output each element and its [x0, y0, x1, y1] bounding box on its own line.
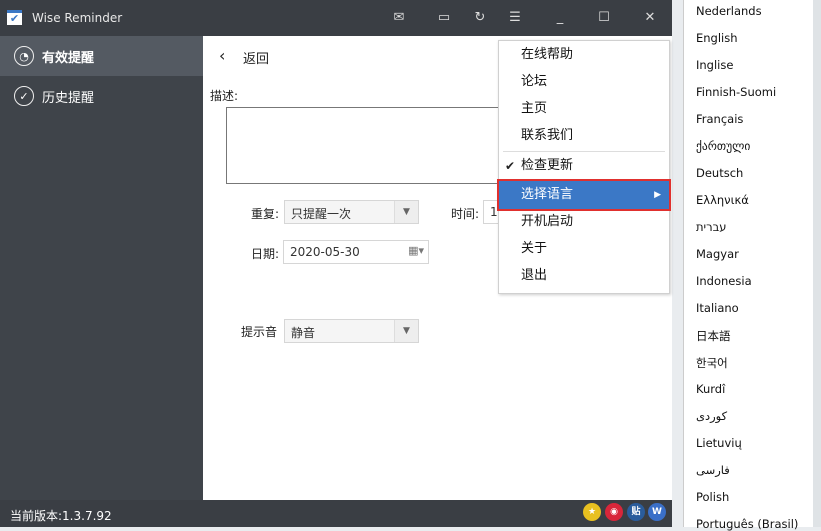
- app-title: Wise Reminder: [32, 11, 123, 25]
- chevron-down-icon: ▼: [394, 320, 418, 342]
- language-option[interactable]: English: [696, 31, 738, 45]
- menu-item-forum[interactable]: 论坛: [499, 69, 669, 95]
- date-label: 日期:: [251, 247, 280, 261]
- date-picker[interactable]: 2020-05-30 ▦▾: [283, 240, 429, 264]
- language-option[interactable]: Ελληνικά: [696, 193, 749, 207]
- language-option[interactable]: Polish: [696, 490, 729, 504]
- word-icon[interactable]: W: [648, 503, 666, 521]
- calendar-icon[interactable]: ▦▾: [408, 244, 424, 257]
- menu-item-label: 选择语言: [521, 187, 574, 202]
- sidebar: ◔ 有效提醒 ✓ 历史提醒: [0, 36, 203, 500]
- maximize-button[interactable]: ☐: [594, 9, 614, 27]
- sidebar-item-label: 有效提醒: [42, 50, 95, 66]
- menu-separator: [503, 151, 665, 152]
- language-option[interactable]: Português (Brasil): [696, 517, 798, 531]
- back-chevron-icon[interactable]: ‹: [219, 46, 225, 65]
- alarm-clock-icon: ◔: [14, 46, 34, 66]
- repeat-label: 重复:: [251, 207, 280, 221]
- menu-item-homepage[interactable]: 主页: [499, 96, 669, 122]
- star-icon[interactable]: ★: [583, 503, 601, 521]
- mail-icon[interactable]: ✉: [389, 9, 409, 27]
- back-button[interactable]: 返回: [243, 48, 269, 67]
- language-option[interactable]: 日本語: [696, 328, 731, 344]
- tieba-icon[interactable]: 贴: [627, 503, 645, 521]
- menu-item-help[interactable]: 在线帮助: [499, 42, 669, 68]
- language-option[interactable]: Inglise: [696, 58, 733, 72]
- submenu-arrow-icon: ▶: [654, 190, 661, 200]
- language-submenu: Nederlands English Inglise Finnish-Suomi Fra…: [683, 0, 813, 531]
- weibo-icon[interactable]: ◉: [605, 503, 623, 521]
- language-option[interactable]: עברית: [696, 220, 726, 234]
- language-option[interactable]: Kurdî: [696, 382, 725, 396]
- language-option[interactable]: Lietuvių: [696, 436, 742, 450]
- time-label: 时间:: [451, 207, 480, 221]
- menu-item-check-update[interactable]: 检查更新: [499, 153, 669, 179]
- repeat-value: 只提醒一次: [291, 207, 352, 221]
- language-option[interactable]: Italiano: [696, 301, 739, 315]
- menu-icon[interactable]: ☰: [505, 9, 525, 27]
- background-page-edge: [813, 0, 821, 527]
- menu-item-contact[interactable]: 联系我们: [499, 123, 669, 149]
- description-input[interactable]: [226, 107, 526, 184]
- language-option[interactable]: Magyar: [696, 247, 739, 261]
- language-option[interactable]: کوردی: [696, 409, 727, 423]
- sidebar-item-history[interactable]: ✓ 历史提醒: [0, 76, 203, 116]
- chevron-down-icon: ▼: [394, 201, 418, 223]
- app-logo-icon: ✔: [7, 10, 22, 25]
- sidebar-item-active-reminders[interactable]: ◔ 有效提醒: [0, 36, 203, 76]
- date-value: 2020-05-30: [290, 245, 360, 259]
- status-bar: 当前版本:1.3.7.92: [0, 500, 672, 527]
- feedback-icon[interactable]: ▭: [434, 9, 454, 27]
- language-option[interactable]: فارسی: [696, 463, 730, 477]
- version-text: 当前版本:1.3.7.92: [10, 509, 112, 523]
- dropdown-menu: 在线帮助 论坛 主页 联系我们 ✔ 检查更新 选择语言 ▶ 开机启动 关于 退出: [497, 40, 671, 294]
- refresh-icon[interactable]: ↻: [470, 9, 490, 27]
- sound-value: 静音: [291, 326, 316, 340]
- menu-item-exit[interactable]: 退出: [499, 263, 669, 289]
- language-option[interactable]: ქართული: [696, 139, 750, 153]
- language-option[interactable]: 한국어: [696, 355, 728, 371]
- sound-label: 提示音: [241, 325, 278, 339]
- title-bar: ✔ Wise Reminder ✉ ▭ ↻ ☰ _ ☐ ✕: [0, 0, 672, 36]
- repeat-select[interactable]: 只提醒一次 ▼: [284, 200, 419, 224]
- language-option[interactable]: Français: [696, 112, 743, 126]
- menu-item-language[interactable]: 选择语言 ▶: [497, 179, 671, 211]
- menu-item-about[interactable]: 关于: [499, 236, 669, 262]
- language-option[interactable]: Nederlands: [696, 4, 762, 18]
- language-option[interactable]: Finnish-Suomi: [696, 85, 776, 99]
- description-label: 描述:: [210, 89, 239, 103]
- close-button[interactable]: ✕: [640, 9, 660, 27]
- menu-item-autostart[interactable]: 开机启动: [499, 209, 669, 235]
- sound-select[interactable]: 静音 ▼: [284, 319, 419, 343]
- check-circle-icon: ✓: [14, 86, 34, 106]
- minimize-button[interactable]: _: [550, 9, 570, 27]
- language-option[interactable]: Indonesia: [696, 274, 752, 288]
- sidebar-item-label: 历史提醒: [42, 90, 95, 106]
- language-option[interactable]: Deutsch: [696, 166, 743, 180]
